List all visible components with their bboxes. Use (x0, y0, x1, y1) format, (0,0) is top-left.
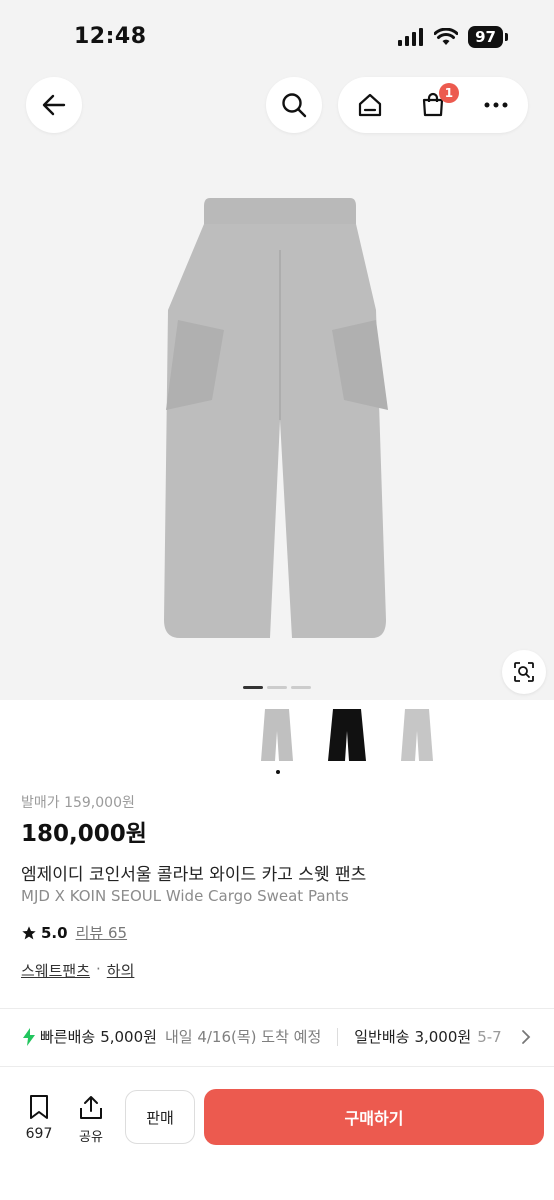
status-icons: 97 (398, 26, 508, 48)
search-icon (282, 93, 307, 118)
share-label: 공유 (79, 1130, 103, 1145)
thumbnail-gray-image (261, 709, 293, 761)
thumbnail-gray-2[interactable] (392, 704, 442, 766)
share-button[interactable]: 공유 (74, 1094, 108, 1145)
bookmark-button[interactable]: 697 (24, 1094, 54, 1142)
gallery-dot[interactable] (291, 686, 311, 689)
status-bar: 12:48 97 (0, 0, 554, 72)
lens-icon (514, 662, 534, 682)
cart-badge: 1 (438, 83, 459, 103)
search-button[interactable] (266, 77, 322, 133)
normal-shipping-label: 일반배송 (354, 1028, 410, 1046)
thumbnail-gray-2-image (401, 709, 433, 761)
category-link-sweatpants[interactable]: 스웨트팬츠 (21, 960, 90, 981)
divider (0, 1008, 554, 1009)
review-link[interactable]: 리뷰 65 (76, 922, 127, 943)
bottom-action-bar: 697 공유 판매 구매하기 (0, 1080, 554, 1200)
gallery-dot[interactable] (243, 686, 263, 689)
star-icon (22, 925, 36, 939)
rating-row: 5.0 리뷰 65 (21, 922, 127, 943)
shipping-more-button[interactable] (516, 1026, 536, 1048)
product-main-image (164, 198, 388, 638)
product-title-en: MJD X KOIN SEOUL Wide Cargo Sweat Pants (21, 887, 349, 905)
fast-shipping-price: 5,000원 (100, 1028, 157, 1046)
chevron-right-icon (522, 1030, 531, 1044)
home-button[interactable] (350, 85, 390, 125)
nav-action-group: 1 (338, 77, 528, 133)
buy-button[interactable]: 구매하기 (204, 1089, 544, 1145)
fast-shipping-eta: 내일 4/16(목) 도착 예정 (164, 1028, 322, 1046)
category-separator: · (96, 960, 101, 978)
signal-icon (398, 28, 424, 46)
back-arrow-icon (42, 94, 66, 116)
share-icon (80, 1096, 102, 1119)
category-link-bottoms[interactable]: 하의 (107, 960, 135, 981)
more-button[interactable] (476, 85, 516, 125)
thumbnail-black[interactable] (322, 704, 372, 766)
battery-level: 97 (468, 26, 503, 48)
original-price: 발매가 159,000원 (21, 795, 135, 811)
more-icon (484, 102, 508, 108)
back-button[interactable] (26, 77, 82, 133)
category-breadcrumb: 스웨트팬츠 · 하의 (21, 960, 134, 981)
thumbnail-selected-dot (276, 770, 280, 774)
thumbnail-black-image (328, 709, 366, 761)
normal-shipping-eta: 5-7 (477, 1027, 502, 1046)
rating-score: 5.0 (41, 923, 68, 942)
wifi-icon (434, 28, 459, 45)
bolt-icon (23, 1027, 35, 1046)
status-time: 12:48 (74, 24, 147, 49)
gallery-dot[interactable] (267, 686, 287, 689)
battery-tip (505, 33, 508, 41)
sell-button[interactable]: 판매 (125, 1090, 195, 1144)
fast-shipping-label: 빠른배송 (40, 1028, 96, 1046)
thumbnail-gray[interactable] (252, 704, 302, 774)
product-title-ko: 엠제이디 코인서울 콜라보 와이드 카고 스웻 팬츠 (21, 865, 367, 885)
home-icon (358, 93, 381, 117)
shipping-options[interactable]: 빠른배송 5,000원 내일 4/16(목) 도착 예정 일반배송 3,000원… (22, 1026, 554, 1047)
shipping-divider (337, 1027, 339, 1046)
bookmark-icon (30, 1095, 48, 1119)
image-search-button[interactable] (502, 650, 546, 694)
normal-shipping-price: 3,000원 (414, 1028, 472, 1046)
color-thumbnails (252, 704, 442, 774)
product-image-area: 12:48 97 1 (0, 0, 554, 700)
bookmark-count: 697 (25, 1126, 53, 1142)
gallery-pagination (243, 686, 311, 689)
divider (0, 1066, 554, 1067)
product-price: 180,000원 (21, 821, 147, 847)
cart-button[interactable]: 1 (413, 83, 459, 125)
